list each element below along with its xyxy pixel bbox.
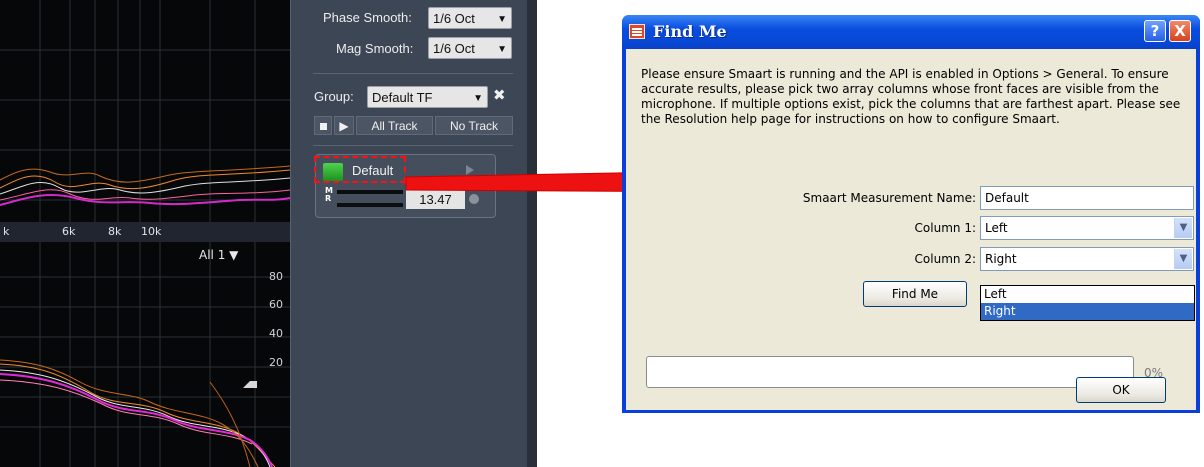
column2-value: Right	[985, 252, 1017, 266]
column1-value: Left	[985, 221, 1008, 235]
view-selector[interactable]: All 1 ▼	[199, 248, 238, 262]
freq-tick-label: k	[3, 225, 10, 238]
dialog-body: Please ensure Smaart is running and the …	[626, 49, 1196, 410]
freq-tick-label: 10k	[141, 225, 162, 238]
phase-graph[interactable]	[0, 242, 290, 467]
chevron-down-icon[interactable]: ▼	[1174, 218, 1192, 238]
play-icon: ▶	[339, 119, 349, 133]
mag-smooth-select[interactable]: 1/6 Oct ▼	[428, 37, 512, 59]
measurement-name-label: Smaart Measurement Name:	[802, 191, 976, 205]
phase-smooth-select[interactable]: 1/6 Oct ▼	[428, 7, 512, 29]
column1-label: Column 1:	[914, 221, 976, 235]
phase-smooth-label: Phase Smooth:	[323, 10, 412, 25]
mag-smooth-value: 1/6 Oct	[433, 41, 475, 56]
column2-select[interactable]: Right ▼	[980, 247, 1194, 271]
column2-dropdown-list: Left Right	[980, 285, 1195, 321]
ok-button[interactable]: OK	[1076, 377, 1166, 403]
mag-smooth-label: Mag Smooth:	[336, 41, 414, 56]
chevron-down-icon: ▼	[497, 44, 507, 55]
y-tick-label: 40	[269, 327, 283, 340]
control-panel: Phase Smooth: 1/6 Oct ▼ Mag Smooth: 1/6 …	[290, 0, 528, 467]
measurement-name-input[interactable]: Default	[980, 186, 1194, 210]
tools-icon[interactable]: ✖	[493, 86, 506, 104]
cursor-marker-icon[interactable]	[243, 381, 257, 388]
smaart-window: k 6k 8k 10k All 1 ▼ 80 60 40 20 Phase Sm…	[0, 0, 537, 467]
chevron-down-icon: ▼	[497, 14, 507, 25]
divider	[313, 145, 513, 146]
dropdown-option-left[interactable]: Left	[981, 286, 1194, 303]
phase-trace	[0, 373, 273, 467]
group-label: Group:	[314, 89, 354, 104]
freq-tick-label: 8k	[108, 225, 122, 238]
close-button[interactable]: X	[1169, 20, 1191, 42]
meter-channel-labels: MR	[325, 186, 333, 203]
column2-label: Column 2:	[914, 252, 976, 266]
level-meter-r	[337, 203, 403, 207]
chevron-down-icon: ▼	[473, 93, 483, 104]
phase-plot	[0, 242, 290, 467]
app-icon	[629, 24, 645, 39]
dialog-titlebar[interactable]: Find Me ? X	[622, 15, 1200, 49]
chevron-down-icon[interactable]: ▼	[1174, 249, 1192, 269]
phase-smooth-value: 1/6 Oct	[433, 11, 475, 26]
magnitude-trace	[0, 169, 290, 190]
y-tick-label: 20	[269, 356, 283, 369]
panel-scrollbar[interactable]	[527, 0, 537, 467]
level-meter-m	[337, 190, 403, 194]
dialog-title: Find Me	[653, 22, 727, 41]
find-me-button[interactable]: Find Me	[863, 281, 967, 307]
highlight-box	[314, 156, 406, 183]
find-me-dialog: Find Me ? X Please ensure Smaart is runn…	[622, 15, 1200, 413]
stop-icon	[319, 123, 327, 130]
all-track-button[interactable]: All Track	[356, 116, 433, 135]
group-select[interactable]: Default TF ▼	[367, 86, 488, 108]
y-tick-label: 60	[269, 298, 283, 311]
frequency-axis: k 6k 8k 10k	[0, 222, 290, 242]
group-value: Default TF	[372, 90, 433, 105]
instructions-text: Please ensure Smaart is running and the …	[641, 67, 1181, 126]
divider	[313, 73, 513, 74]
transfer-function-magnitude-graph[interactable]	[0, 0, 290, 222]
y-tick-label: 80	[269, 270, 283, 283]
magnitude-plot	[0, 0, 290, 222]
phase-trace	[0, 379, 253, 445]
progress-bar	[646, 356, 1134, 388]
freq-tick-label: 6k	[62, 225, 76, 238]
stop-button[interactable]	[314, 116, 332, 135]
column1-select[interactable]: Left ▼	[980, 216, 1194, 240]
help-button[interactable]: ?	[1144, 20, 1166, 42]
magnitude-trace	[0, 165, 290, 183]
play-button[interactable]: ▶	[334, 116, 354, 135]
dropdown-option-right[interactable]: Right	[981, 303, 1194, 320]
no-track-button[interactable]: No Track	[435, 116, 513, 135]
